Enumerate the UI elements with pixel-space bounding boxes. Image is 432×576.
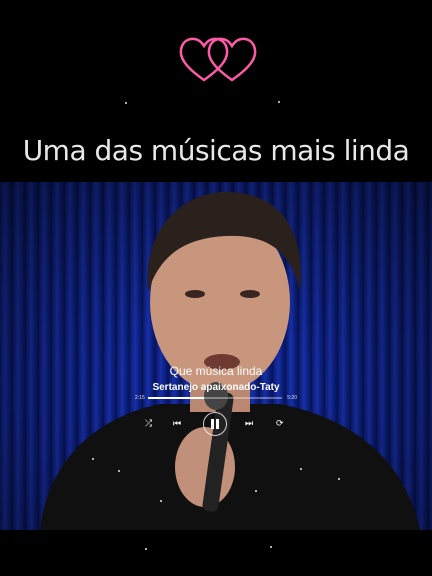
sparkle bbox=[160, 500, 162, 502]
music-player-widget: Que música linda Sertanejo apaixonado-Ta… bbox=[135, 364, 297, 444]
sparkle bbox=[255, 490, 257, 492]
time-elapsed: 2:15 bbox=[135, 395, 145, 401]
caption-title: Uma das músicas mais linda bbox=[22, 134, 410, 167]
pause-button[interactable] bbox=[203, 412, 227, 436]
previous-icon[interactable]: ⏮ bbox=[173, 418, 181, 428]
shuffle-icon[interactable]: ⤮ bbox=[145, 418, 152, 428]
sparkle bbox=[270, 546, 272, 548]
sparkle bbox=[125, 102, 127, 104]
sparkle bbox=[145, 548, 147, 550]
sparkle bbox=[92, 458, 94, 460]
singer-image bbox=[40, 191, 420, 530]
artist-name: Sertanejo apaixonado-Taty bbox=[152, 382, 280, 393]
sparkle bbox=[338, 478, 340, 480]
repeat-icon[interactable]: ⟳ bbox=[276, 418, 284, 428]
song-title: Que música linda bbox=[169, 364, 263, 378]
sparkle bbox=[118, 470, 120, 472]
progress-bar[interactable] bbox=[148, 397, 282, 399]
time-total: 5:20 bbox=[287, 395, 297, 401]
double-heart-icon bbox=[179, 37, 257, 82]
progress-fill bbox=[148, 397, 205, 399]
next-icon[interactable]: ⏭ bbox=[245, 418, 253, 428]
video-frame: Uma das músicas mais linda Que música li… bbox=[0, 0, 432, 576]
sparkle bbox=[278, 101, 280, 103]
video-background bbox=[0, 182, 432, 530]
sparkle bbox=[300, 468, 302, 470]
